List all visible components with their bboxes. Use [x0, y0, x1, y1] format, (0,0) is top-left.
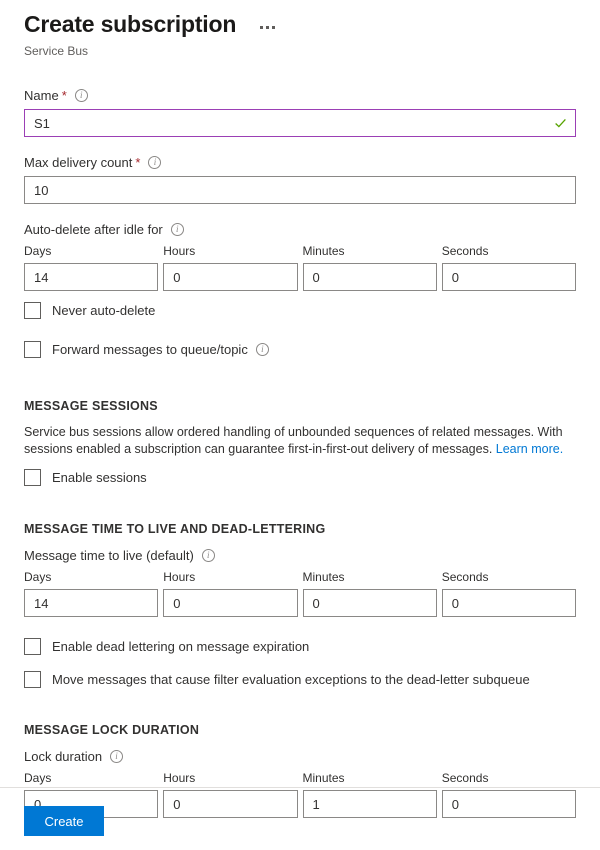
subscription-form: Name * i Max delivery count * i A	[0, 87, 600, 818]
lock-duration-seconds-input[interactable]	[442, 790, 576, 818]
filter-exception-label[interactable]: Move messages that cause filter evaluati…	[52, 671, 530, 688]
auto-delete-hours-input[interactable]	[163, 263, 297, 291]
blade-footer: Create	[24, 806, 104, 836]
enable-sessions-row[interactable]: Enable sessions	[24, 469, 576, 486]
ttl-label: Message time to live (default)	[24, 547, 194, 564]
message-sessions-description: Service bus sessions allow ordered handl…	[24, 424, 576, 458]
lock-duration-hours-input[interactable]	[163, 790, 297, 818]
dead-lettering-checkbox[interactable]	[24, 638, 41, 655]
filter-exception-row[interactable]: Move messages that cause filter evaluati…	[24, 671, 576, 688]
dead-lettering-row[interactable]: Enable dead lettering on message expirat…	[24, 638, 576, 655]
lock-duration-heading: MESSAGE LOCK DURATION	[24, 722, 576, 738]
enable-sessions-label[interactable]: Enable sessions	[52, 469, 147, 486]
ttl-seconds-input[interactable]	[442, 589, 576, 617]
column-label-hours: Hours	[163, 569, 297, 585]
auto-delete-days-input[interactable]	[24, 263, 158, 291]
filter-exception-checkbox[interactable]	[24, 671, 41, 688]
blade-header: Create subscription Service Bus	[0, 0, 600, 59]
column-label-minutes: Minutes	[303, 243, 437, 259]
ttl-days-input[interactable]	[24, 589, 158, 617]
ttl-column-labels: Days Hours Minutes Seconds	[24, 569, 576, 585]
name-input[interactable]	[24, 109, 576, 137]
lock-duration-minutes-input[interactable]	[303, 790, 437, 818]
ellipsis-dot	[272, 26, 275, 29]
column-label-days: Days	[24, 770, 158, 786]
lock-duration-section: MESSAGE LOCK DURATION Lock duration i Da…	[24, 722, 576, 818]
lock-duration-column-labels: Days Hours Minutes Seconds	[24, 770, 576, 786]
column-label-hours: Hours	[163, 770, 297, 786]
create-subscription-blade: Create subscription Service Bus Name * i	[0, 0, 600, 850]
name-field-group: Name * i	[24, 87, 576, 137]
auto-delete-group: Auto-delete after idle for i Days Hours …	[24, 221, 576, 319]
ellipsis-dot	[266, 26, 269, 29]
never-auto-delete-label[interactable]: Never auto-delete	[52, 302, 155, 319]
lock-duration-label: Lock duration	[24, 748, 102, 765]
blade-subtitle: Service Bus	[24, 43, 576, 59]
auto-delete-inputs	[24, 263, 576, 291]
auto-delete-column-labels: Days Hours Minutes Seconds	[24, 243, 576, 259]
create-button[interactable]: Create	[24, 806, 104, 836]
max-delivery-count-label-row: Max delivery count * i	[24, 154, 576, 171]
dead-lettering-label[interactable]: Enable dead lettering on message expirat…	[52, 638, 309, 655]
ttl-label-row: Message time to live (default) i	[24, 547, 576, 564]
info-icon[interactable]: i	[202, 549, 215, 562]
forward-messages-label[interactable]: Forward messages to queue/topic	[52, 341, 248, 358]
column-label-minutes: Minutes	[303, 770, 437, 786]
name-label: Name	[24, 87, 59, 104]
info-icon[interactable]: i	[171, 223, 184, 236]
column-label-seconds: Seconds	[442, 243, 576, 259]
ellipsis-icon[interactable]	[258, 24, 277, 31]
name-input-wrap	[24, 109, 576, 137]
required-asterisk: *	[135, 154, 140, 171]
column-label-seconds: Seconds	[442, 770, 576, 786]
auto-delete-label: Auto-delete after idle for	[24, 221, 163, 238]
column-label-days: Days	[24, 569, 158, 585]
info-icon[interactable]: i	[110, 750, 123, 763]
ttl-hours-input[interactable]	[163, 589, 297, 617]
forward-messages-row[interactable]: Forward messages to queue/topic i	[24, 341, 576, 358]
ttl-heading: MESSAGE TIME TO LIVE AND DEAD-LETTERING	[24, 521, 576, 537]
info-icon[interactable]: i	[148, 156, 161, 169]
ttl-inputs	[24, 589, 576, 617]
message-sessions-description-text: Service bus sessions allow ordered handl…	[24, 425, 563, 456]
required-asterisk: *	[62, 87, 67, 104]
auto-delete-label-row: Auto-delete after idle for i	[24, 221, 576, 238]
column-label-minutes: Minutes	[303, 569, 437, 585]
auto-delete-minutes-input[interactable]	[303, 263, 437, 291]
forward-messages-checkbox[interactable]	[24, 341, 41, 358]
enable-sessions-checkbox[interactable]	[24, 469, 41, 486]
auto-delete-seconds-input[interactable]	[442, 263, 576, 291]
name-label-row: Name * i	[24, 87, 576, 104]
ttl-minutes-input[interactable]	[303, 589, 437, 617]
message-sessions-section: MESSAGE SESSIONS Service bus sessions al…	[24, 398, 576, 486]
never-auto-delete-row[interactable]: Never auto-delete	[24, 302, 576, 319]
learn-more-link[interactable]: Learn more.	[496, 442, 563, 456]
lock-duration-label-row: Lock duration i	[24, 748, 576, 765]
message-sessions-heading: MESSAGE SESSIONS	[24, 398, 576, 414]
max-delivery-count-input[interactable]	[24, 176, 576, 204]
max-delivery-count-group: Max delivery count * i	[24, 154, 576, 204]
footer-divider	[0, 787, 600, 788]
page-title: Create subscription	[24, 10, 236, 38]
column-label-seconds: Seconds	[442, 569, 576, 585]
column-label-days: Days	[24, 243, 158, 259]
max-delivery-count-label: Max delivery count	[24, 154, 132, 171]
never-auto-delete-checkbox[interactable]	[24, 302, 41, 319]
ellipsis-dot	[260, 26, 263, 29]
column-label-hours: Hours	[163, 243, 297, 259]
info-icon[interactable]: i	[75, 89, 88, 102]
lock-duration-inputs	[24, 790, 576, 818]
info-icon[interactable]: i	[256, 343, 269, 356]
ttl-section: MESSAGE TIME TO LIVE AND DEAD-LETTERING …	[24, 521, 576, 688]
title-row: Create subscription	[24, 10, 576, 38]
